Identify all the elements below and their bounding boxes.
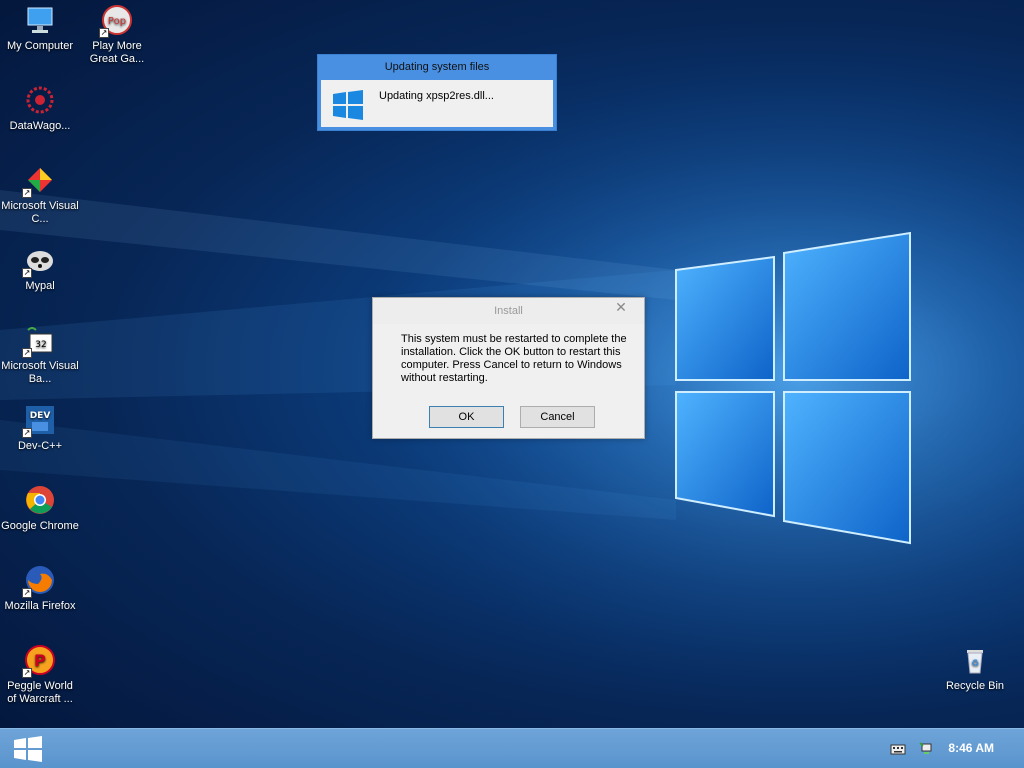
windows-logo-icon (333, 90, 363, 125)
desktop-icon-label: Google Chrome (1, 520, 79, 532)
shortcut-arrow-icon: ↗ (22, 428, 32, 438)
firefox-icon: ↗ (22, 564, 56, 598)
shortcut-arrow-icon: ↗ (22, 668, 32, 678)
svg-text:♻: ♻ (971, 659, 979, 669)
peggle-icon: P ↗ (22, 644, 56, 678)
progress-window: Updating system files Updating xpsp2res.… (317, 54, 557, 131)
install-dialog-message: This system must be restarted to complet… (401, 333, 627, 384)
desktop-icon-visual-c[interactable]: ↗ Microsoft Visual C... (1, 164, 79, 226)
visual-basic-icon: 32 ↗ (22, 324, 56, 358)
shortcut-arrow-icon: ↗ (22, 268, 32, 278)
popcap-icon: Pop ↗ (99, 4, 133, 38)
cancel-button[interactable]: Cancel (520, 406, 595, 428)
desktop-icon-peggle[interactable]: P ↗ Peggle World of Warcraft ... (1, 644, 79, 706)
desktop-icon-my-computer[interactable]: My Computer (1, 4, 79, 53)
install-dialog-title-text: Install (494, 305, 523, 317)
start-button[interactable] (12, 735, 44, 763)
chrome-icon (24, 484, 56, 516)
visual-c-icon: ↗ (22, 164, 56, 198)
desktop-icon-visual-basic[interactable]: 32 ↗ Microsoft Visual Ba... (1, 324, 79, 386)
desktop-icon-mypal[interactable]: ↗ Mypal (1, 244, 79, 293)
desktop-icon-label: Mozilla Firefox (4, 600, 76, 612)
progress-window-body: Updating xpsp2res.dll... (321, 80, 553, 127)
install-dialog-title: Install ✕ (373, 298, 644, 324)
shortcut-arrow-icon: ↗ (22, 588, 32, 598)
install-dialog: Install ✕ This system must be restarted … (372, 297, 645, 439)
desktop-icon-dev-cpp[interactable]: DEV ↗ Dev-C++ (1, 404, 79, 453)
progress-message: Updating xpsp2res.dll... (379, 90, 494, 102)
desktop-icon-label: Play More Great Ga... (89, 40, 145, 65)
desktop-icon-recycle-bin[interactable]: ♻ Recycle Bin (936, 644, 1014, 693)
ok-button[interactable]: OK (429, 406, 504, 428)
taskbar-clock[interactable]: 8:46 AM (948, 741, 994, 755)
mypal-icon: ↗ (22, 244, 56, 278)
desktop-icon-label: My Computer (6, 40, 74, 52)
desktop-icon-label: DataWago... (9, 120, 71, 132)
desktop-icon-firefox[interactable]: ↗ Mozilla Firefox (1, 564, 79, 613)
taskbar: 8:46 AM (0, 728, 1024, 768)
svg-text:32: 32 (35, 340, 46, 350)
desktop-icon-label: Peggle World of Warcraft ... (7, 680, 73, 705)
desktop-icon-label: Dev-C++ (17, 440, 63, 452)
desktop-icon-popcap[interactable]: Pop ↗ Play More Great Ga... (78, 4, 156, 66)
keyboard-icon[interactable] (890, 741, 906, 757)
windows-start-icon (14, 736, 42, 762)
desktop-icon-chrome[interactable]: Google Chrome (1, 484, 79, 533)
desktop-icon-label: Microsoft Visual Ba... (1, 360, 79, 385)
recycle-bin-icon: ♻ (959, 644, 991, 676)
shortcut-arrow-icon: ↗ (22, 348, 32, 358)
desktop-icon-label: Microsoft Visual C... (1, 200, 79, 225)
progress-window-title: Updating system files (384, 61, 490, 73)
desktop-icon-datawagon[interactable]: DataWago... (1, 84, 79, 133)
desktop-icon-label: Mypal (25, 280, 55, 292)
svg-text:DEV: DEV (30, 411, 51, 421)
close-button[interactable]: ✕ (599, 298, 643, 318)
desktop-icon-label: Recycle Bin (945, 680, 1005, 692)
svg-text:Pop: Pop (108, 16, 126, 27)
shortcut-arrow-icon: ↗ (99, 28, 109, 38)
svg-text:P: P (34, 651, 46, 670)
computer-icon (24, 4, 56, 36)
datawagon-icon (24, 84, 56, 116)
shortcut-arrow-icon: ↗ (22, 188, 32, 198)
network-icon[interactable] (918, 741, 934, 757)
dev-cpp-icon: DEV ↗ (22, 404, 56, 438)
